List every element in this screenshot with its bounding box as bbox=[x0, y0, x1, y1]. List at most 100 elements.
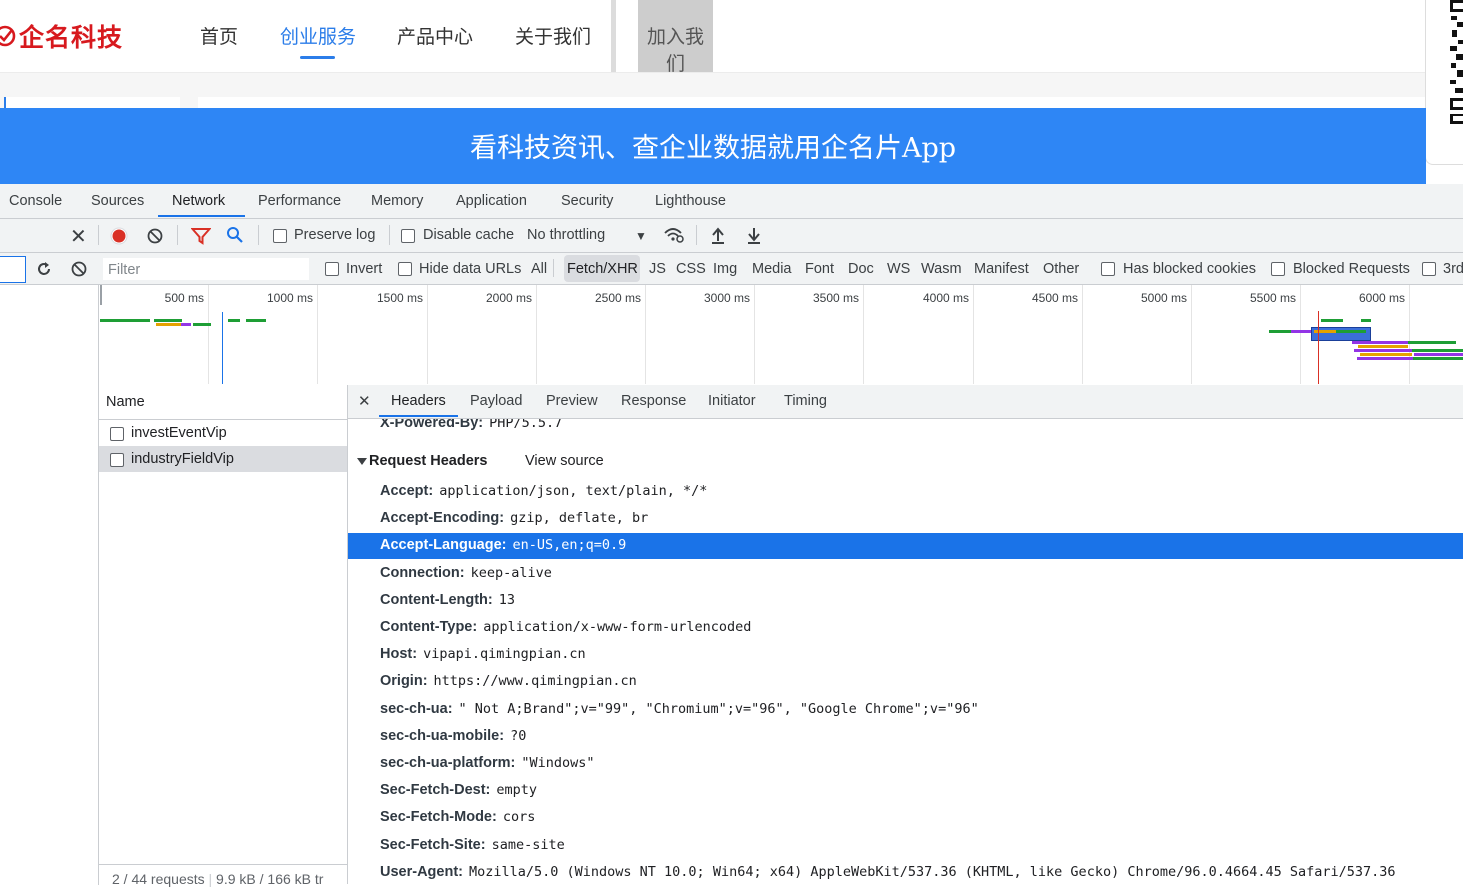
preserve-log-label: Preserve log bbox=[294, 227, 376, 243]
filter-icon[interactable] bbox=[191, 227, 211, 245]
tab-initiator[interactable]: Initiator bbox=[708, 393, 756, 409]
overview-gridline bbox=[317, 285, 318, 384]
type-filter-img[interactable]: Img bbox=[713, 261, 737, 277]
invert-checkbox[interactable] bbox=[325, 262, 339, 276]
overview-bar bbox=[100, 319, 150, 322]
type-filter-ws[interactable]: WS bbox=[887, 261, 910, 277]
header-key: Content-Type: bbox=[380, 619, 478, 635]
drawer-search-input[interactable] bbox=[0, 256, 26, 283]
header-row[interactable]: Sec-Fetch-Site: same-site bbox=[380, 837, 565, 853]
third-party-checkbox[interactable] bbox=[1422, 262, 1436, 276]
nav-about[interactable]: 关于我们 bbox=[515, 22, 591, 49]
transfer-size: 9.9 kB / 166 kB tr bbox=[216, 871, 324, 887]
header-key: User-Agent: bbox=[380, 863, 463, 880]
overview-tick-label: 2000 ms bbox=[485, 291, 532, 305]
header-row[interactable]: Host: vipapi.qimingpian.cn bbox=[380, 646, 586, 662]
type-filter-doc[interactable]: Doc bbox=[848, 261, 874, 277]
request-name[interactable]: investEventVip bbox=[131, 425, 227, 441]
block-icon[interactable] bbox=[70, 260, 88, 278]
network-conditions-icon[interactable] bbox=[663, 226, 685, 244]
has-blocked-cookies-checkbox[interactable] bbox=[1101, 262, 1115, 276]
header-row[interactable]: Accept-Language: en-US,en;q=0.9 bbox=[380, 537, 626, 553]
tab-network[interactable]: Network bbox=[172, 193, 225, 209]
header-row[interactable]: Sec-Fetch-Dest: empty bbox=[380, 782, 537, 798]
overview-tick-label: 3500 ms bbox=[812, 291, 859, 305]
header-row[interactable]: Accept-Encoding: gzip, deflate, br bbox=[380, 510, 648, 526]
tab-payload[interactable]: Payload bbox=[470, 393, 522, 409]
header-value: 13 bbox=[498, 591, 516, 608]
status-summary: 2 / 44 requests | 9.9 kB / 166 kB tr bbox=[112, 871, 324, 887]
header-row[interactable]: sec-ch-ua-platform: "Windows" bbox=[380, 755, 595, 771]
blocked-requests-checkbox[interactable] bbox=[1271, 262, 1285, 276]
type-filter-font[interactable]: Font bbox=[805, 261, 834, 277]
close-icon[interactable]: ✕ bbox=[70, 224, 87, 249]
overview-gridline bbox=[754, 285, 755, 384]
type-filter-css[interactable]: CSS bbox=[676, 261, 706, 277]
type-filter-media[interactable]: Media bbox=[752, 261, 792, 277]
header-row[interactable]: Origin: https://www.qimingpian.cn bbox=[380, 673, 637, 689]
header-key: Accept-Language: bbox=[380, 537, 507, 554]
invert-label: Invert bbox=[346, 261, 383, 277]
type-filter-wasm[interactable]: Wasm bbox=[921, 261, 962, 277]
tab-preview[interactable]: Preview bbox=[546, 393, 598, 409]
nav-join-us[interactable]: 加入我们 bbox=[638, 22, 713, 76]
overview-tick-label: 1500 ms bbox=[376, 291, 423, 305]
header-row[interactable]: sec-ch-ua-mobile: ?0 bbox=[380, 728, 526, 744]
type-filter-js[interactable]: JS bbox=[649, 261, 666, 277]
header-row[interactable]: Connection: keep-alive bbox=[380, 565, 552, 581]
name-column-header[interactable]: Name bbox=[106, 394, 145, 410]
overview-bar bbox=[1336, 330, 1366, 333]
view-source-link[interactable]: View source bbox=[525, 453, 604, 469]
disable-cache-label: Disable cache bbox=[423, 227, 515, 243]
header-row-partial[interactable]: X-Powered-By: PHP/5.5.7 bbox=[380, 419, 562, 431]
import-har-icon[interactable] bbox=[710, 226, 726, 244]
nav-home[interactable]: 首页 bbox=[200, 22, 238, 49]
nav-products[interactable]: 产品中心 bbox=[397, 22, 473, 49]
header-row[interactable]: Sec-Fetch-Mode: cors bbox=[380, 809, 535, 825]
overview-bar bbox=[181, 323, 191, 326]
tab-response[interactable]: Response bbox=[621, 393, 686, 409]
tab-console[interactable]: Console bbox=[9, 193, 62, 209]
throttling-select[interactable]: No throttling bbox=[527, 227, 605, 243]
tab-timing[interactable]: Timing bbox=[784, 393, 827, 409]
overview-bar bbox=[1352, 341, 1412, 344]
type-filter-other[interactable]: Other bbox=[1043, 261, 1079, 277]
hide-data-urls-checkbox[interactable] bbox=[398, 262, 412, 276]
chevron-down-icon[interactable]: ▼ bbox=[635, 229, 647, 243]
tab-application[interactable]: Application bbox=[456, 193, 527, 209]
header-row[interactable]: Content-Length: 13 bbox=[380, 592, 515, 608]
site-logo[interactable]: 企名科技 bbox=[0, 18, 123, 54]
tab-memory[interactable]: Memory bbox=[371, 193, 423, 209]
triangle-down-icon[interactable] bbox=[357, 458, 367, 465]
filter-placeholder: Filter bbox=[108, 262, 141, 278]
tab-sources[interactable]: Sources bbox=[91, 193, 144, 209]
header-row[interactable]: sec-ch-ua: " Not A;Brand";v="99", "Chromi… bbox=[380, 701, 979, 717]
active-tab-indicator bbox=[158, 215, 245, 217]
search-icon[interactable] bbox=[226, 226, 244, 244]
refresh-icon[interactable] bbox=[35, 260, 53, 278]
preserve-log-checkbox[interactable] bbox=[273, 229, 287, 243]
type-filter-fetch-xhr[interactable]: Fetch/XHR bbox=[567, 261, 638, 277]
clear-icon[interactable] bbox=[146, 227, 164, 245]
type-filter-manifest[interactable]: Manifest bbox=[974, 261, 1029, 277]
tab-performance[interactable]: Performance bbox=[258, 193, 341, 209]
tab-lighthouse[interactable]: Lighthouse bbox=[655, 193, 726, 209]
header-key: sec-ch-ua-platform: bbox=[380, 755, 516, 771]
tab-security[interactable]: Security bbox=[561, 193, 613, 209]
close-icon[interactable]: ✕ bbox=[358, 392, 371, 410]
overview-start-handle[interactable] bbox=[100, 285, 102, 305]
header-row[interactable]: User-Agent: Mozilla/5.0 (Windows NT 10.0;… bbox=[380, 864, 1396, 880]
header-key: Connection: bbox=[380, 564, 465, 581]
request-headers-section-title[interactable]: Request Headers bbox=[369, 453, 487, 469]
header-key: sec-ch-ua: bbox=[380, 700, 453, 717]
request-name[interactable]: industryFieldVip bbox=[131, 451, 234, 467]
tab-headers[interactable]: Headers bbox=[391, 393, 446, 409]
nav-startup-services[interactable]: 创业服务 bbox=[280, 22, 356, 49]
overview-bar bbox=[1414, 353, 1463, 356]
export-har-icon[interactable] bbox=[746, 226, 762, 244]
header-row[interactable]: Content-Type: application/x-www-form-urle… bbox=[380, 619, 751, 635]
record-icon[interactable] bbox=[110, 227, 128, 245]
disable-cache-checkbox[interactable] bbox=[401, 229, 415, 243]
header-row[interactable]: Accept: application/json, text/plain, */* bbox=[380, 483, 707, 499]
type-filter-all[interactable]: All bbox=[531, 261, 547, 277]
